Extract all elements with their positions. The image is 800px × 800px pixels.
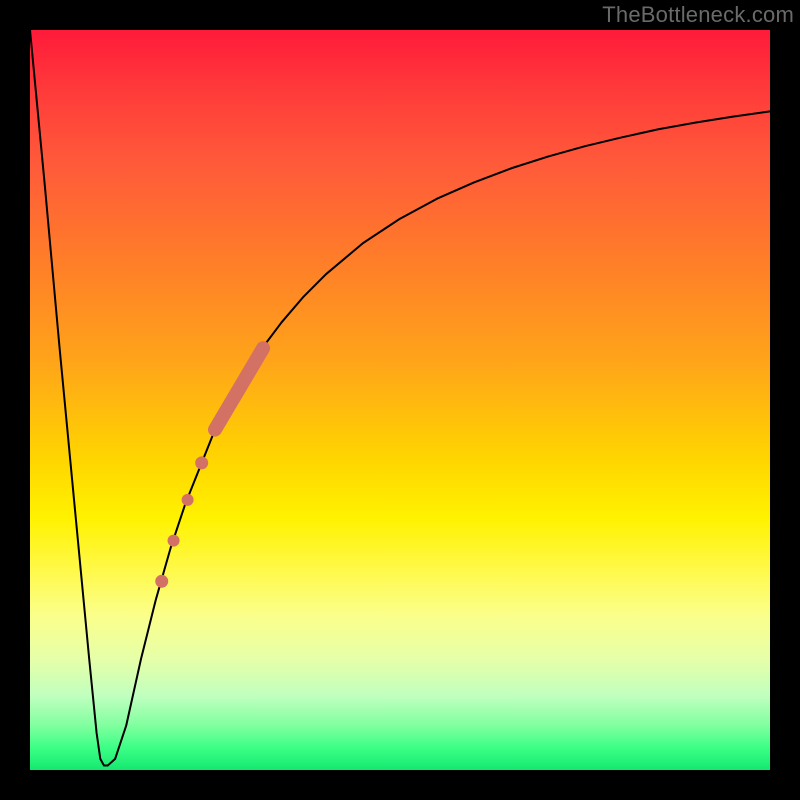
watermark-label: TheBottleneck.com <box>602 2 794 28</box>
chart-svg <box>30 30 770 770</box>
chart-frame: { "watermark": "TheBottleneck.com", "cha… <box>0 0 800 800</box>
plot-area <box>30 30 770 770</box>
marker-dot-2 <box>182 494 194 506</box>
marker-dot-4 <box>155 575 168 588</box>
marker-dot-1 <box>195 456 208 469</box>
marker-thick-segment <box>215 348 263 429</box>
marker-dot-3 <box>168 535 180 547</box>
series-curve <box>30 30 770 766</box>
